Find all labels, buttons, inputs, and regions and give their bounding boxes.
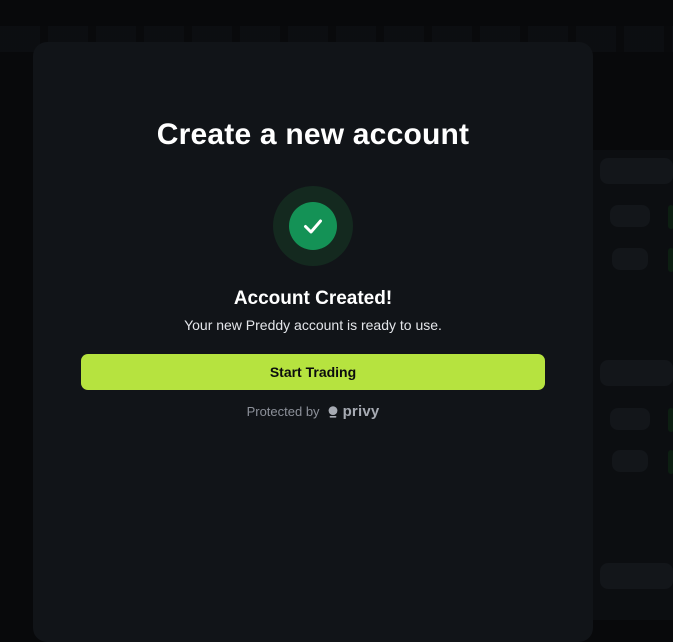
- privy-logo-icon: [328, 405, 337, 418]
- protected-by-footer: Protected by privy: [0, 403, 626, 420]
- background-indicator: [668, 408, 673, 432]
- start-trading-button[interactable]: Start Trading: [81, 354, 545, 390]
- success-badge: [289, 202, 337, 250]
- check-icon: [304, 219, 322, 234]
- background-indicator: [668, 450, 673, 474]
- protected-by-label: Protected by: [246, 404, 320, 419]
- status-title: Account Created!: [233, 288, 393, 309]
- background-indicator: [668, 205, 673, 229]
- background-row: [600, 158, 673, 184]
- privy-wordmark: privy: [342, 403, 380, 420]
- modal-title: Create a new account: [156, 118, 470, 151]
- background-row: [610, 205, 650, 227]
- privy-logo[interactable]: privy: [328, 403, 380, 420]
- background-row: [600, 360, 673, 386]
- status-message: Your new Preddy account is ready to use.: [184, 317, 442, 333]
- background-indicator: [668, 248, 673, 272]
- background-row: [612, 248, 648, 270]
- background-row: [600, 563, 673, 589]
- background-row: [612, 450, 648, 472]
